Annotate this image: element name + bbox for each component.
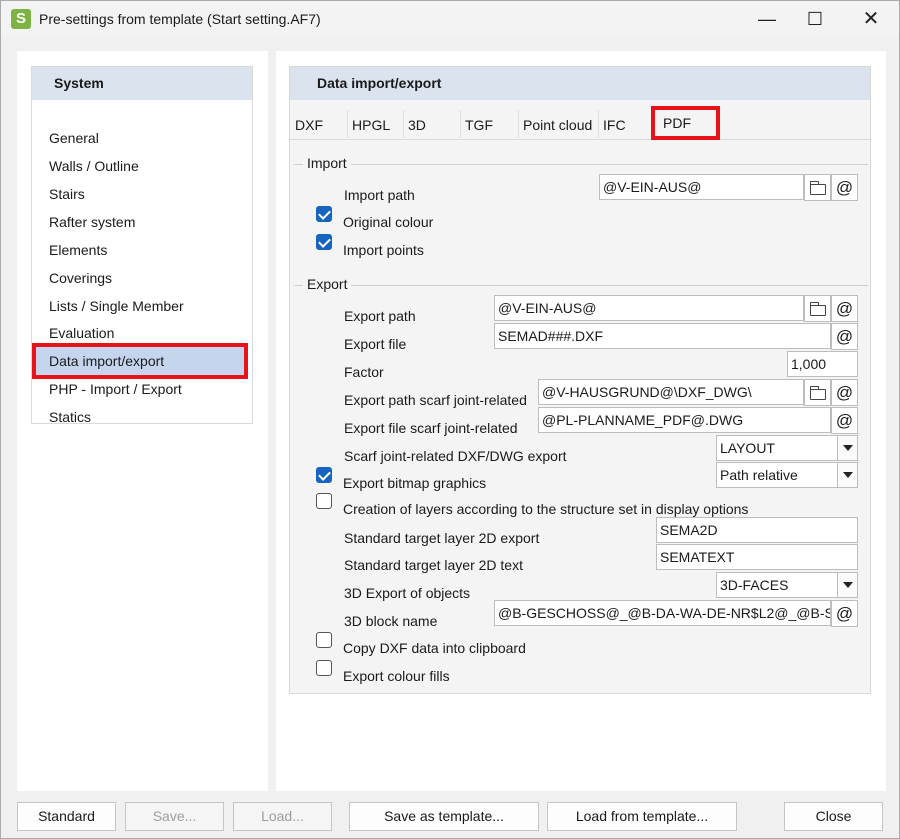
sidebar-item-walls-outline[interactable]: Walls / Outline: [36, 152, 244, 180]
tab-ifc[interactable]: IFC: [598, 112, 653, 138]
scarf-file-input[interactable]: @PL-PLANNAME_PDF@.DWG: [538, 407, 831, 433]
tab-pdf[interactable]: PDF: [651, 106, 720, 140]
scarf-path-variable-button[interactable]: @: [831, 379, 858, 406]
right-panel: Data import/export DXF HPGL 3D TGF Point…: [276, 51, 886, 791]
system-tree: System General Walls / Outline Stairs Ra…: [31, 66, 253, 425]
colour-fills-checkbox[interactable]: [316, 660, 332, 676]
block3d-label: 3D block name: [344, 613, 438, 629]
bitmap-value: Path relative: [720, 467, 798, 483]
standard-button[interactable]: Standard: [17, 802, 116, 831]
layers-label: Creation of layers according to the stru…: [343, 501, 749, 517]
app-logo-icon: S: [11, 9, 31, 29]
text2d-label: Standard target layer 2D text: [344, 557, 523, 573]
load-from-template-button[interactable]: Load from template...: [547, 802, 737, 831]
page-title: Data import/export: [290, 67, 870, 100]
factor-input[interactable]: 1,000: [787, 351, 858, 377]
close-icon[interactable]: ✕: [848, 5, 894, 33]
import-points-checkbox[interactable]: [316, 234, 332, 250]
tab-3d[interactable]: 3D: [403, 112, 460, 138]
layers-checkbox[interactable]: [316, 493, 332, 509]
export3d-value: 3D-FACES: [720, 577, 789, 593]
import-points-label: Import points: [343, 242, 424, 258]
export-path-variable-button[interactable]: @: [831, 295, 858, 322]
dialog-window: S Pre-settings from template (Start sett…: [0, 0, 900, 839]
folder-icon: [809, 386, 826, 400]
sidebar-item-evaluation[interactable]: Evaluation: [36, 319, 244, 347]
bitmap-label: Export bitmap graphics: [343, 475, 487, 491]
export3d-label: 3D Export of objects: [344, 585, 471, 601]
bitmap-select[interactable]: Path relative: [716, 462, 858, 488]
title-bar[interactable]: S Pre-settings from template (Start sett…: [1, 1, 899, 37]
tab-point-cloud[interactable]: Point cloud: [518, 112, 598, 138]
left-panel: System General Walls / Outline Stairs Ra…: [17, 51, 268, 791]
system-header: System: [32, 67, 252, 100]
colour-fills-label: Export colour fills: [343, 668, 450, 684]
scarf-path-browse-button[interactable]: [804, 379, 831, 406]
close-button[interactable]: Close: [784, 802, 883, 831]
block3d-variable-button[interactable]: @: [831, 600, 858, 627]
sidebar-item-elements[interactable]: Elements: [36, 236, 244, 264]
export3d-select[interactable]: 3D-FACES: [716, 572, 858, 598]
import-path-browse-button[interactable]: [804, 174, 831, 201]
import-path-label: Import path: [344, 187, 415, 203]
sidebar-item-stairs[interactable]: Stairs: [36, 180, 244, 208]
chevron-down-icon[interactable]: [837, 573, 857, 597]
scarf-dxf-label: Scarf joint-related DXF/DWG export: [344, 448, 567, 464]
export-path-browse-button[interactable]: [804, 295, 831, 322]
export-group-label: Export: [303, 276, 352, 292]
import-path-variable-button[interactable]: @: [831, 174, 858, 201]
original-colour-label: Original colour: [343, 214, 434, 230]
import-path-input[interactable]: @V-EIN-AUS@: [599, 174, 804, 200]
export-file-label: Export file: [344, 336, 407, 352]
scarf-path-label: Export path scarf joint-related: [344, 392, 527, 408]
sidebar-item-php-import-export[interactable]: PHP - Import / Export: [36, 375, 244, 403]
import-group-line: [294, 164, 868, 165]
export-group-line: [294, 285, 868, 286]
import-group-label: Import: [303, 155, 351, 171]
sidebar-item-rafter-system[interactable]: Rafter system: [36, 208, 244, 236]
tab-bar: DXF HPGL 3D TGF Point cloud IFC PDF: [290, 106, 870, 140]
save-button[interactable]: Save...: [125, 802, 224, 831]
chevron-down-icon[interactable]: [837, 463, 857, 487]
scarf-path-input[interactable]: @V-HAUSGRUND@\DXF_DWG\: [538, 379, 804, 405]
minimize-icon[interactable]: —: [744, 5, 790, 33]
layer2d-input[interactable]: SEMA2D: [656, 517, 858, 543]
chevron-down-icon[interactable]: [837, 436, 857, 460]
load-button[interactable]: Load...: [233, 802, 332, 831]
sidebar-item-statics[interactable]: Statics: [36, 403, 244, 431]
scarf-dxf-value: LAYOUT: [720, 440, 775, 456]
scarf-file-variable-button[interactable]: @: [831, 407, 858, 434]
factor-label: Factor: [344, 364, 384, 380]
export-file-input[interactable]: SEMAD###.DXF: [494, 323, 831, 349]
layer2d-label: Standard target layer 2D export: [344, 530, 540, 546]
sidebar-item-coverings[interactable]: Coverings: [36, 264, 244, 292]
block3d-input[interactable]: @B-GESCHOSS@_@B-DA-WA-DE-NR$L2@_@B-Schi: [494, 600, 831, 626]
data-import-export-box: Data import/export DXF HPGL 3D TGF Point…: [289, 66, 871, 694]
sidebar-item-general[interactable]: General: [36, 124, 244, 152]
original-colour-checkbox[interactable]: [316, 206, 332, 222]
export-path-input[interactable]: @V-EIN-AUS@: [494, 295, 804, 321]
tab-tgf[interactable]: TGF: [460, 112, 518, 138]
folder-icon: [809, 302, 826, 316]
maximize-icon[interactable]: ☐: [792, 5, 838, 33]
clipboard-label: Copy DXF data into clipboard: [343, 640, 526, 656]
sidebar-item-data-import-export[interactable]: Data import/export: [32, 343, 248, 379]
export-path-label: Export path: [344, 308, 416, 324]
tab-dxf[interactable]: DXF: [290, 112, 346, 138]
sidebar-item-lists-single-member[interactable]: Lists / Single Member: [36, 292, 244, 320]
bitmap-checkbox[interactable]: [316, 467, 332, 483]
scarf-file-label: Export file scarf joint-related: [344, 420, 518, 436]
clipboard-checkbox[interactable]: [316, 632, 332, 648]
scarf-dxf-select[interactable]: LAYOUT: [716, 435, 858, 461]
window-title: Pre-settings from template (Start settin…: [39, 11, 321, 27]
export-file-variable-button[interactable]: @: [831, 323, 858, 350]
folder-icon: [809, 181, 826, 195]
save-as-template-button[interactable]: Save as template...: [349, 802, 539, 831]
text2d-input[interactable]: SEMATEXT: [656, 544, 858, 570]
tab-hpgl[interactable]: HPGL: [347, 112, 403, 138]
